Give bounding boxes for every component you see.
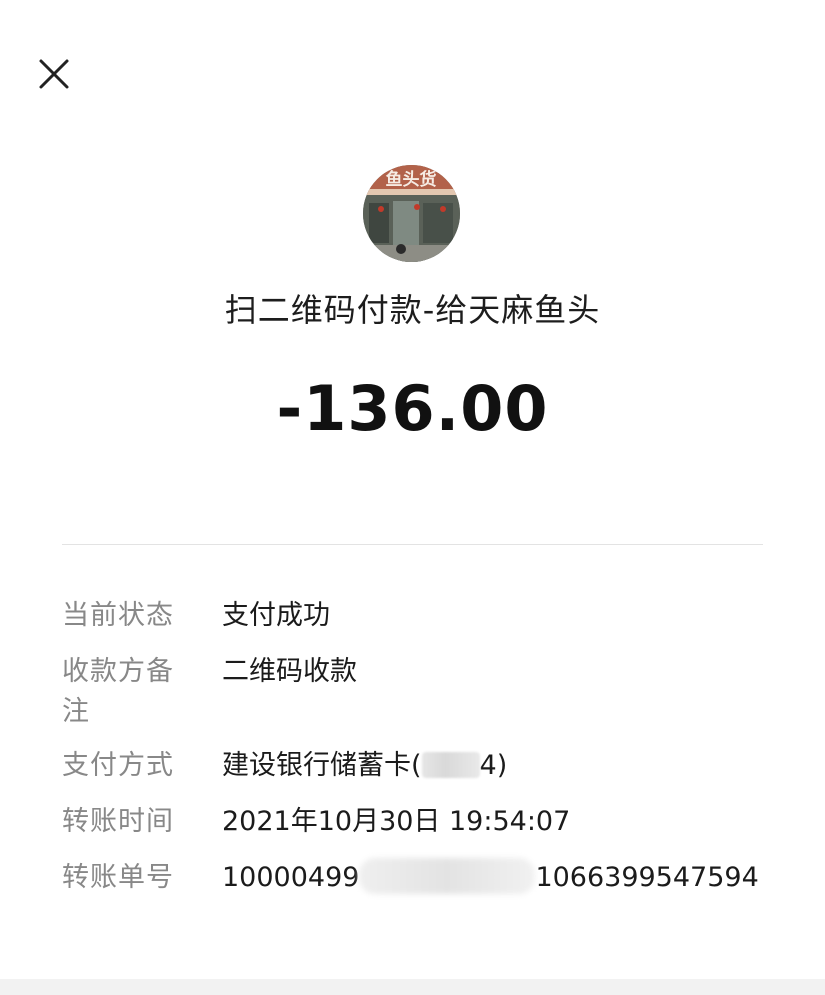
status-label: 当前状态 — [62, 600, 174, 631]
detail-row-payment-method: 支付方式 建设银行储蓄卡( 4) — [62, 746, 782, 786]
payee-note-value: 二维码收款 — [222, 656, 357, 687]
detail-row-transfer-time: 转账时间 2021年10月30日 19:54:07 — [62, 802, 782, 842]
payee-note-label-line2: 注 — [62, 696, 90, 727]
payee-note-label-line1: 收款方备 — [62, 656, 174, 687]
details-list: 当前状态 支付成功 收款方备 注 二维码收款 支付方式 建设银行储蓄卡( 4) 转… — [62, 596, 782, 918]
merchant-title: 扫二维码付款-给天麻鱼头 — [224, 291, 601, 329]
transfer-id-value[interactable]: 10000499 1066399547594 — [222, 857, 759, 898]
detail-row-payee-note: 收款方备 注 二维码收款 — [62, 652, 782, 732]
transfer-id-prefix: 10000499 — [222, 862, 360, 893]
payment-method-label: 支付方式 — [62, 750, 174, 781]
transfer-id-label: 转账单号 — [62, 862, 174, 893]
avatar-sign-text: 鱼头货 — [386, 169, 437, 190]
transaction-detail-page: 鱼头货 扫二维码付款-给天麻鱼头 -136.00 当前状态 支付成功 收款方备 … — [0, 0, 825, 995]
storefront-photo-icon: 鱼头货 — [363, 165, 460, 262]
merchant-avatar: 鱼头货 — [363, 165, 460, 262]
redacted-transfer-id — [359, 857, 536, 894]
close-button[interactable] — [32, 52, 76, 96]
redacted-card-number — [421, 751, 480, 778]
payment-method-suffix: 4) — [479, 750, 508, 781]
bottom-bar — [0, 979, 825, 995]
detail-row-transfer-id: 转账单号 10000499 1066399547594 — [62, 857, 782, 898]
payee-note-label: 收款方备 注 — [62, 652, 186, 732]
status-value: 支付成功 — [222, 600, 330, 631]
payment-method-prefix: 建设银行储蓄卡( — [222, 750, 422, 781]
transfer-time-value: 2021年10月30日 19:54:07 — [222, 806, 571, 837]
close-icon — [39, 59, 69, 89]
payment-method-value: 建设银行储蓄卡( 4) — [222, 746, 507, 786]
divider — [62, 544, 763, 545]
transfer-id-suffix: 1066399547594 — [535, 862, 759, 893]
detail-row-status: 当前状态 支付成功 — [62, 596, 782, 636]
transfer-time-label: 转账时间 — [62, 806, 174, 837]
transaction-amount: -136.00 — [276, 372, 549, 445]
